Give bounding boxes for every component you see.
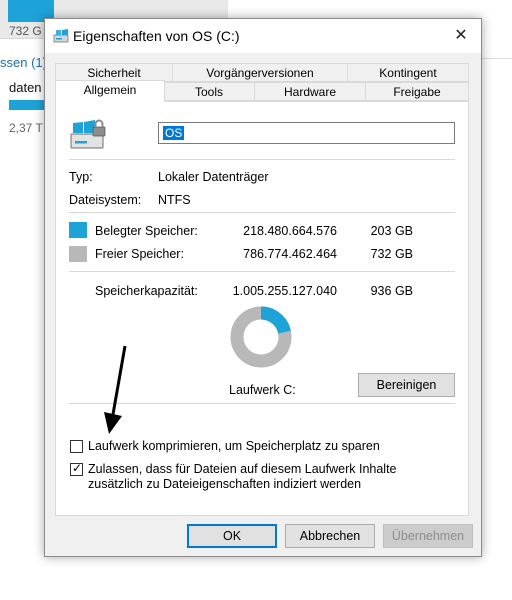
dialog-title: Eigenschaften von OS (C:) xyxy=(73,28,240,44)
free-space-swatch xyxy=(69,246,87,262)
cancel-button[interactable]: Abbrechen xyxy=(285,524,375,548)
checkmark-icon: ✓ xyxy=(72,461,83,475)
properties-dialog: Eigenschaften von OS (C:) ✕ Sicherheit V… xyxy=(44,18,482,557)
tab-hardware[interactable]: Hardware xyxy=(254,82,366,101)
used-space-swatch xyxy=(69,222,87,238)
usage-donut-chart xyxy=(230,306,292,368)
drive-name-value: OS xyxy=(163,126,185,140)
ok-button[interactable]: OK xyxy=(187,524,277,548)
filesystem-value: NTFS xyxy=(158,193,191,207)
filesystem-label: Dateisystem: xyxy=(69,193,142,207)
drive-caption: Laufwerk C: xyxy=(229,383,296,397)
separator-middle xyxy=(69,212,455,213)
used-space-bytes: 218.480.664.576 xyxy=(243,224,337,238)
drive-icon xyxy=(53,29,69,43)
drive-name-input[interactable]: OS xyxy=(158,122,455,144)
free-space-gb: 732 GB xyxy=(370,247,413,261)
capacity-gb: 936 GB xyxy=(370,284,413,298)
background-group-header[interactable]: ssen (1) xyxy=(0,55,47,70)
tab-kontingent[interactable]: Kontingent xyxy=(347,63,469,82)
background-drive-size: 732 G xyxy=(9,24,42,38)
type-label: Typ: xyxy=(69,170,93,184)
capacity-label: Speicherkapazität: xyxy=(95,284,198,298)
capacity-bytes: 1.005.255.127.040 xyxy=(232,284,337,298)
tab-freigabe[interactable]: Freigabe xyxy=(365,82,469,101)
background-drive-name[interactable]: daten xyxy=(9,80,42,95)
used-space-gb: 203 GB xyxy=(370,224,413,238)
separator-bottom xyxy=(69,403,455,404)
tab-vorgaengerversionen[interactable]: Vorgängerversionen xyxy=(172,63,348,82)
index-checkbox[interactable]: ✓ xyxy=(70,461,83,476)
separator-top xyxy=(69,159,455,160)
drive-lock-icon xyxy=(70,119,106,149)
title-bar[interactable]: Eigenschaften von OS (C:) ✕ xyxy=(45,19,481,53)
apply-button: Übernehmen xyxy=(383,524,473,548)
free-space-bytes: 786.774.462.464 xyxy=(243,247,337,261)
separator-capacity xyxy=(69,271,455,272)
tab-allgemein[interactable]: Allgemein xyxy=(55,80,165,102)
compress-label[interactable]: Laufwerk komprimieren, um Speicherplatz … xyxy=(88,439,380,453)
used-space-label: Belegter Speicher: xyxy=(95,224,198,238)
compress-checkbox[interactable] xyxy=(70,440,83,453)
free-space-label: Freier Speicher: xyxy=(95,247,184,261)
close-button[interactable]: ✕ xyxy=(447,22,475,50)
background-drive-size-2: 2,37 T xyxy=(9,121,43,135)
cleanup-button[interactable]: Bereinigen xyxy=(358,373,455,397)
tab-tools[interactable]: Tools xyxy=(163,82,255,101)
index-label-line1[interactable]: Zulassen, dass für Dateien auf diesem La… xyxy=(88,462,397,476)
background-usage-bar-2 xyxy=(9,100,45,110)
type-value: Lokaler Datenträger xyxy=(158,170,269,184)
index-label-line2[interactable]: zusätzlich zu Dateieigenschaften indizie… xyxy=(88,477,361,491)
